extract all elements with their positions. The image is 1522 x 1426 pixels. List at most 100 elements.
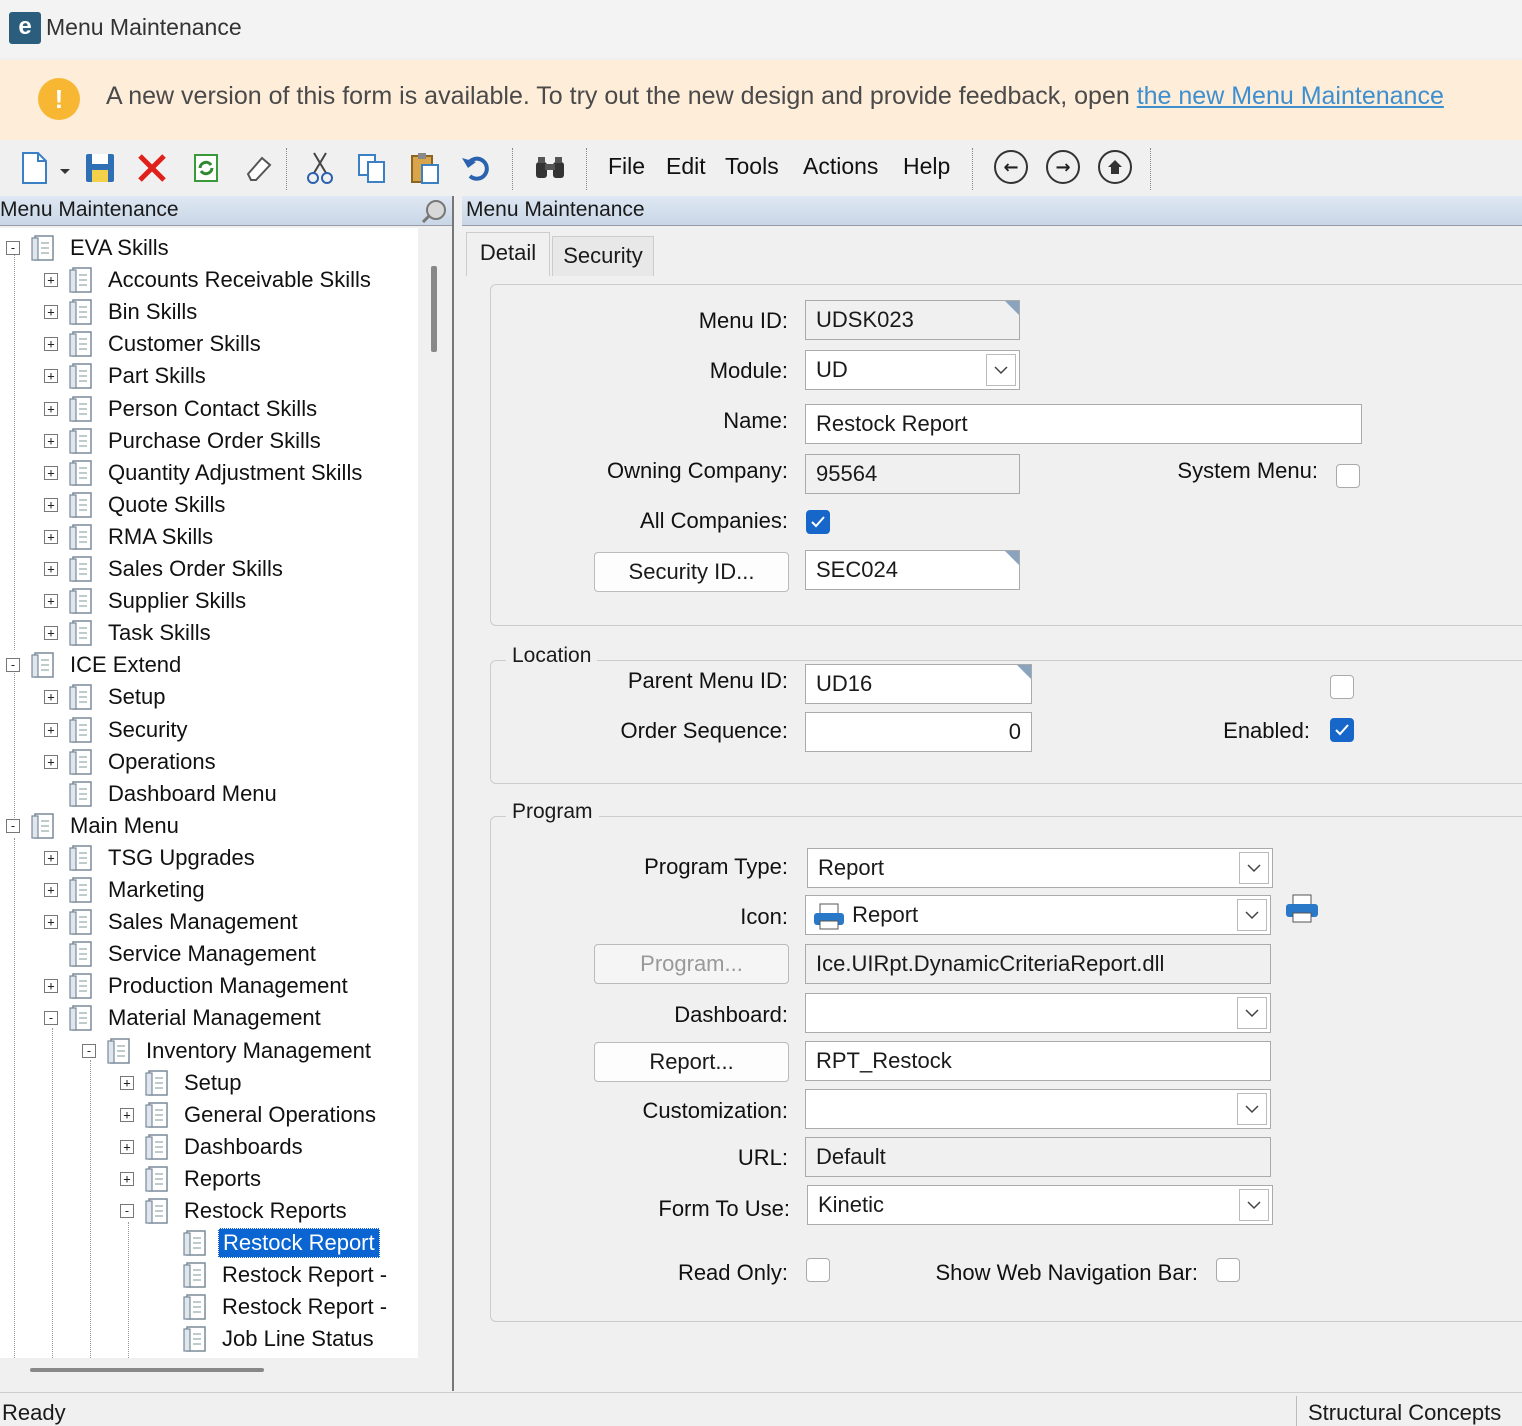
expand-icon[interactable]: + xyxy=(44,690,58,705)
chevron-down-icon[interactable] xyxy=(986,354,1016,386)
menu-edit[interactable]: Edit xyxy=(666,153,706,180)
tree-item-label[interactable]: Restock Report xyxy=(218,1228,380,1259)
tree-item-label[interactable]: Job Line Status xyxy=(218,1325,378,1353)
program-button[interactable]: Program... xyxy=(594,944,789,984)
collapse-icon[interactable]: - xyxy=(44,1011,58,1026)
tree-item[interactable]: + General Operations xyxy=(120,1099,380,1131)
tree-item-label[interactable]: Main Menu xyxy=(66,812,183,840)
tree-item-label[interactable]: Operations xyxy=(104,748,220,776)
tree-item[interactable]: + RMA Skills xyxy=(44,521,217,553)
tree-item[interactable]: + Part Skills xyxy=(44,360,210,392)
tree-item-label[interactable]: Accounts Receivable Skills xyxy=(104,266,375,294)
tree-horizontal-scrollbar[interactable] xyxy=(30,1368,264,1372)
chevron-down-icon[interactable] xyxy=(1237,1093,1267,1125)
tree-item[interactable]: + Accounts Receivable Skills xyxy=(44,264,375,296)
tree-item[interactable]: + Bin Skills xyxy=(44,296,201,328)
tree-item-label[interactable]: TSG Upgrades xyxy=(104,844,259,872)
expand-icon[interactable]: + xyxy=(120,1171,134,1186)
tree-item-label[interactable]: Setup xyxy=(180,1069,246,1097)
tree-item-label[interactable]: Security xyxy=(104,716,191,744)
url-field[interactable]: Default xyxy=(805,1137,1271,1177)
tree-item-label[interactable]: Restock Reports xyxy=(180,1197,351,1225)
icon-select[interactable]: Report xyxy=(805,895,1271,935)
expand-icon[interactable]: + xyxy=(44,562,58,576)
tree-item-label[interactable]: Restock Report - xyxy=(218,1261,391,1289)
tab-detail[interactable]: Detail xyxy=(466,232,550,276)
tab-security[interactable]: Security xyxy=(552,236,654,276)
delete-icon[interactable] xyxy=(134,150,170,186)
security-id-button[interactable]: Security ID... xyxy=(594,552,789,592)
form-to-use-select[interactable]: Kinetic xyxy=(807,1185,1273,1225)
tree-item[interactable]: + Supplier Skills xyxy=(44,585,250,617)
tree-item[interactable]: + Production Management xyxy=(44,970,352,1002)
save-icon[interactable] xyxy=(82,150,118,186)
new-form-link[interactable]: the new Menu Maintenance xyxy=(1137,82,1444,110)
panel-splitter[interactable] xyxy=(452,196,462,1391)
security-id-field[interactable]: SEC024 xyxy=(805,550,1020,590)
tree-item-label[interactable]: Setup xyxy=(104,683,170,711)
tree-item-label[interactable]: EVA Skills xyxy=(66,234,173,262)
collapse-icon[interactable]: - xyxy=(120,1204,134,1218)
undo-icon[interactable] xyxy=(458,150,494,186)
tree-item-label[interactable]: Bin Skills xyxy=(104,298,201,326)
tree-item-label[interactable]: Person Contact Skills xyxy=(104,395,321,423)
tree-item[interactable]: + Quantity Adjustment Skills xyxy=(44,457,366,489)
read-only-checkbox[interactable] xyxy=(806,1258,830,1282)
tree-item-label[interactable]: Quote Skills xyxy=(104,491,229,519)
chevron-down-icon[interactable] xyxy=(1237,899,1267,931)
new-document-icon[interactable] xyxy=(16,150,52,186)
tree-item[interactable]: + Dashboards xyxy=(120,1131,307,1163)
customization-select[interactable] xyxy=(805,1089,1271,1129)
tree-item-label[interactable]: Reports xyxy=(180,1165,265,1193)
chevron-down-icon[interactable] xyxy=(1239,852,1269,884)
collapse-icon[interactable]: - xyxy=(6,658,20,673)
tree-item-label[interactable]: Service Management xyxy=(104,940,320,968)
forward-arrow-icon[interactable]: → xyxy=(1046,150,1080,184)
tree-item[interactable]: - Main Menu xyxy=(6,810,183,842)
menu-help[interactable]: Help xyxy=(903,153,950,180)
expand-icon[interactable]: + xyxy=(44,273,58,288)
chevron-down-icon[interactable] xyxy=(1237,997,1267,1029)
unlabeled-checkbox[interactable] xyxy=(1330,675,1354,699)
tree-item[interactable]: - EVA Skills xyxy=(6,232,173,264)
tree-vertical-scrollbar[interactable] xyxy=(431,266,437,352)
tree-item[interactable]: - ICE Extend xyxy=(6,649,185,681)
tree-item[interactable]: - Inventory Management xyxy=(82,1035,375,1067)
tree-item[interactable]: + Reports xyxy=(120,1163,265,1195)
menu-tools[interactable]: Tools xyxy=(725,153,779,180)
tree-item-label[interactable]: Part Skills xyxy=(104,362,210,390)
tree-item-label[interactable]: Supplier Skills xyxy=(104,587,250,615)
tree-item-label[interactable]: Restock Report - xyxy=(218,1293,391,1321)
expand-icon[interactable]: + xyxy=(44,401,58,416)
tree-item[interactable]: + Customer Skills xyxy=(44,328,265,360)
tree-item-label[interactable]: Task Skills xyxy=(104,619,215,647)
expand-icon[interactable]: + xyxy=(44,305,58,320)
expand-icon[interactable]: + xyxy=(44,850,58,865)
menu-file[interactable]: File xyxy=(608,153,645,180)
tree-item-label[interactable]: Customer Skills xyxy=(104,330,265,358)
name-field[interactable]: Restock Report xyxy=(805,404,1362,444)
tree-item[interactable]: Job Line Status xyxy=(158,1323,378,1355)
program-field[interactable]: Ice.UIRpt.DynamicCriteriaReport.dll xyxy=(805,944,1271,984)
report-button[interactable]: Report... xyxy=(594,1042,789,1082)
tree-item[interactable]: + Task Skills xyxy=(44,617,215,649)
tree-item-label[interactable]: RMA Skills xyxy=(104,523,217,551)
tree-item[interactable]: + Sales Order Skills xyxy=(44,553,287,585)
tree-item[interactable]: Restock Report - xyxy=(158,1259,391,1291)
tree-item-label[interactable]: Inventory Management xyxy=(142,1037,375,1065)
tree-item-label[interactable]: ICE Extend xyxy=(66,651,185,679)
tree-item[interactable]: + Quote Skills xyxy=(44,489,229,521)
tree-item-label[interactable]: Production Management xyxy=(104,972,352,1000)
collapse-icon[interactable]: - xyxy=(6,241,20,255)
expand-icon[interactable]: + xyxy=(120,1139,134,1154)
expand-icon[interactable]: + xyxy=(44,369,58,384)
expand-icon[interactable]: + xyxy=(44,915,58,930)
parent-menu-field[interactable]: UD16 xyxy=(805,664,1032,704)
tree-item-label[interactable]: Sales Management xyxy=(104,908,302,936)
tree-item[interactable]: Restock Report xyxy=(158,1227,380,1259)
tree-item-label[interactable]: Quantity Adjustment Skills xyxy=(104,459,366,487)
chevron-down-icon[interactable] xyxy=(1239,1189,1269,1221)
expand-icon[interactable]: + xyxy=(44,433,58,448)
cut-icon[interactable] xyxy=(302,150,338,186)
tree-item-label[interactable]: Purchase Order Skills xyxy=(104,427,325,455)
